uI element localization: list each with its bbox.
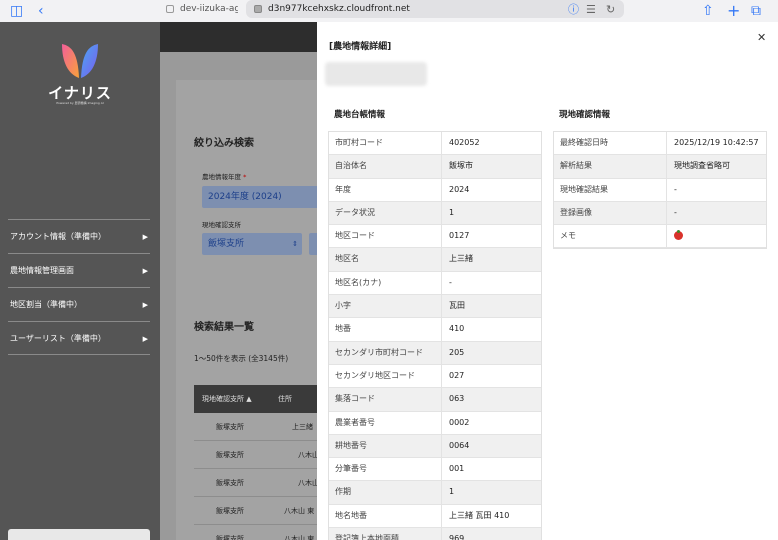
- logo-icon: [62, 44, 98, 78]
- detail-panel: [農地情報詳細] ✕ 農地台帳情報 市町村コード 402052 自治体名 飯塚市 年…: [317, 22, 778, 540]
- branch-select[interactable]: 飯塚支所 ⇕: [202, 233, 302, 255]
- table-row: 地区名 上三緒: [329, 248, 541, 272]
- sidebar-item-farmland[interactable]: 農地情報管理画面 ▶: [8, 253, 150, 287]
- table-row: セカンダリ地区コード 027: [329, 364, 541, 389]
- col-branch-header[interactable]: 現地確認支所 ▲: [202, 385, 252, 413]
- table-row: 作期 1: [329, 481, 541, 505]
- table-row: 登録画像 -: [554, 201, 766, 226]
- chevron-right-icon: ▶: [142, 233, 148, 241]
- table-row: 地名地番 上三緒 瓦田 410: [329, 504, 541, 529]
- tomato-icon: [674, 230, 683, 241]
- chevron-right-icon: ▶: [142, 267, 148, 275]
- tab-favicon-icon: [166, 5, 174, 13]
- tabs-overview-icon[interactable]: ⧉: [751, 3, 761, 19]
- sidebar-toggle-icon[interactable]: ◫: [10, 3, 23, 19]
- logo-subtitle: Powered by 農研機構 Imaging AI: [56, 101, 104, 105]
- table-row: 最終確認日時 2025/12/19 10:42:57: [554, 132, 766, 156]
- table-row: 地区名(カナ) -: [329, 271, 541, 296]
- sidebar: イナリス Powered by 農研機構 Imaging AI アカウント情報（…: [0, 22, 160, 540]
- chevron-right-icon: ▶: [142, 335, 148, 343]
- table-row: データ状況 1: [329, 201, 541, 226]
- table-row: 集落コード 063: [329, 388, 541, 412]
- logo-text: イナリス: [48, 84, 112, 102]
- sidebar-item-account[interactable]: アカウント情報（準備中） ▶: [8, 219, 150, 253]
- ledger-section-title: 農地台帳情報: [334, 110, 386, 120]
- reader-icon[interactable]: ☰: [586, 1, 596, 18]
- browser-tab-inactive[interactable]: dev-iizuka-agric: [158, 0, 238, 18]
- reload-icon[interactable]: ↻: [606, 1, 615, 18]
- tab-favicon-icon: [254, 5, 262, 13]
- table-row: 地番 410: [329, 318, 541, 342]
- ledger-table: 市町村コード 402052 自治体名 飯塚市 年度 2024 データ状況 1 地区コード…: [328, 131, 542, 540]
- year-label: 農地情報年度 *: [202, 173, 247, 181]
- address-bar[interactable]: d3n977kcehxskz.cloudfront.net ⓘ ☰ ↻: [246, 0, 624, 18]
- table-row[interactable]: 飯塚支所 八木山 東: [194, 497, 324, 525]
- browser-toolbar: ◫ ‹ dev-iizuka-agric d3n977kcehxskz.clou…: [0, 0, 778, 22]
- filter-title: 絞り込み検索: [194, 138, 254, 149]
- table-row: 登記簿上本地面積 969: [329, 528, 541, 540]
- results-count: 1〜50件を表示 (全3145件): [194, 354, 289, 363]
- col-address-header[interactable]: 住所: [278, 385, 292, 413]
- branch-label: 現地確認支所: [202, 221, 241, 229]
- table-row: 農業者番号 0002: [329, 411, 541, 435]
- sidebar-bottom-button[interactable]: [8, 529, 150, 540]
- table-row: 現地確認結果 -: [554, 178, 766, 202]
- close-icon[interactable]: ✕: [757, 31, 766, 44]
- table-row: 年度 2024: [329, 178, 541, 202]
- chevron-updown-icon: ⇕: [292, 240, 298, 248]
- site-check-table: 最終確認日時 2025/12/19 10:42:57 解析結果 現地調査省略可 現地…: [553, 131, 767, 250]
- site-section-title: 現地確認情報: [559, 110, 611, 120]
- sidebar-nav: アカウント情報（準備中） ▶ 農地情報管理画面 ▶ 地区割当（準備中） ▶ ユー…: [8, 219, 150, 355]
- table-row: 地区コード 0127: [329, 225, 541, 249]
- sidebar-item-users[interactable]: ユーザーリスト（準備中） ▶: [8, 321, 150, 355]
- table-row: 自治体名 飯塚市: [329, 155, 541, 179]
- table-row: 耕地番号 0064: [329, 434, 541, 459]
- back-icon[interactable]: ‹: [38, 3, 44, 19]
- table-row[interactable]: 飯塚支所 八木山 東: [194, 525, 324, 540]
- table-row: 市町村コード 402052: [329, 132, 541, 156]
- table-row: メモ: [554, 225, 766, 249]
- info-icon[interactable]: ⓘ: [568, 1, 579, 18]
- results-table-header: 現地確認支所 ▲ 住所: [194, 385, 324, 413]
- table-row: セカンダリ市町村コード 205: [329, 341, 541, 365]
- table-row: 分筆番号 001: [329, 458, 541, 482]
- table-row[interactable]: 飯塚支所 上三緒: [194, 413, 324, 441]
- table-row[interactable]: 飯塚支所 八木山: [194, 441, 324, 469]
- sidebar-item-district[interactable]: 地区割当（準備中） ▶: [8, 287, 150, 321]
- blurred-image: [325, 62, 427, 86]
- year-select[interactable]: 2024年度 (2024): [202, 186, 322, 208]
- table-row: 小字 瓦田: [329, 295, 541, 319]
- new-tab-icon[interactable]: +: [727, 3, 740, 19]
- share-icon[interactable]: ⇧: [702, 3, 714, 19]
- table-row[interactable]: 飯塚支所 八木山: [194, 469, 324, 497]
- results-title: 検索結果一覧: [194, 322, 254, 333]
- table-row: 解析結果 現地調査省略可: [554, 155, 766, 179]
- chevron-right-icon: ▶: [142, 301, 148, 309]
- panel-title: [農地情報詳細]: [329, 42, 392, 52]
